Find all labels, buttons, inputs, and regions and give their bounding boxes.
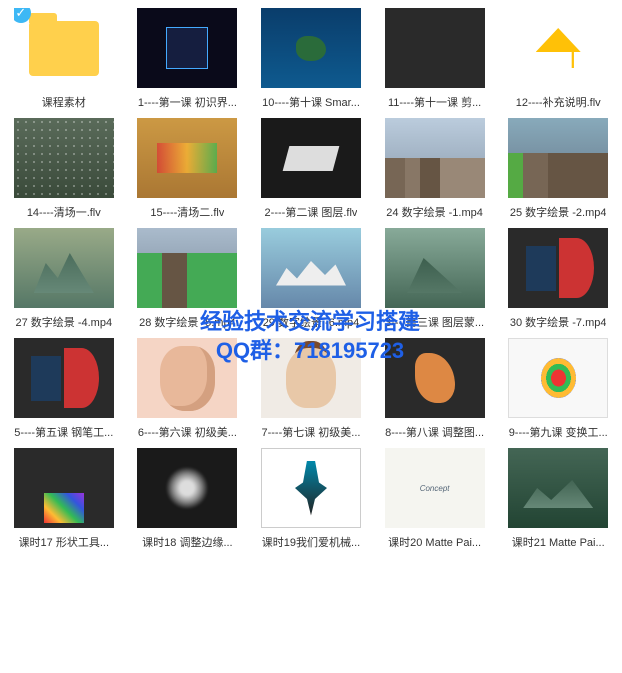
video-thumbnail: [385, 448, 485, 528]
file-item[interactable]: 14----清场一.flv: [8, 118, 120, 220]
video-thumbnail: [508, 228, 608, 308]
video-thumbnail: [137, 338, 237, 418]
file-item[interactable]: 7----第七课 初级美...: [255, 338, 367, 440]
file-item[interactable]: 30 数字绘景 -7.mp4: [502, 228, 614, 330]
file-item[interactable]: 5----第五课 钢笔工...: [8, 338, 120, 440]
video-thumbnail: [14, 338, 114, 418]
file-label: 5----第五课 钢笔工...: [14, 424, 113, 440]
file-label: 28 数字绘景 -5.mp4: [139, 314, 236, 330]
video-thumbnail: [385, 118, 485, 198]
video-thumbnail: [14, 118, 114, 198]
file-item[interactable]: 2----第二课 图层.flv: [255, 118, 367, 220]
file-label: 10----第十课 Smar...: [262, 94, 360, 110]
file-label: 课时19我们爱机械...: [262, 534, 360, 550]
video-thumbnail: [508, 8, 608, 88]
video-thumbnail: [261, 228, 361, 308]
file-item[interactable]: 10----第十课 Smar...: [255, 8, 367, 110]
file-label: 6----第六课 初级美...: [138, 424, 237, 440]
file-label: 课时18 调整边缘...: [142, 534, 232, 550]
selected-check-icon: ✓: [14, 8, 31, 23]
file-item[interactable]: 29 数字绘景 -6.mp4: [255, 228, 367, 330]
file-label: 7----第七课 初级美...: [261, 424, 360, 440]
file-item[interactable]: 课时17 形状工具...: [8, 448, 120, 550]
file-label: 课时17 形状工具...: [19, 534, 109, 550]
file-item[interactable]: 课时19我们爱机械...: [255, 448, 367, 550]
video-thumbnail: [261, 448, 361, 528]
file-item[interactable]: 28 数字绘景 -5.mp4: [132, 228, 244, 330]
video-thumbnail: [137, 228, 237, 308]
video-thumbnail: [137, 8, 237, 88]
video-thumbnail: [14, 448, 114, 528]
file-label: 1----第一课 初识界...: [138, 94, 237, 110]
video-thumbnail: [385, 228, 485, 308]
video-thumbnail: [261, 338, 361, 418]
video-thumbnail: [14, 228, 114, 308]
file-item[interactable]: 24 数字绘景 -1.mp4: [379, 118, 491, 220]
file-item[interactable]: 25 数字绘景 -2.mp4: [502, 118, 614, 220]
video-thumbnail: [261, 8, 361, 88]
file-item[interactable]: 3----第三课 图层蒙...: [379, 228, 491, 330]
file-label: 24 数字绘景 -1.mp4: [386, 204, 483, 220]
video-thumbnail: [508, 118, 608, 198]
video-thumbnail: [137, 448, 237, 528]
video-thumbnail: [508, 448, 608, 528]
file-label: 11----第十一课 剪...: [388, 94, 481, 110]
video-thumbnail: [261, 118, 361, 198]
file-label: 8----第八课 调整图...: [385, 424, 484, 440]
file-label: 27 数字绘景 -4.mp4: [16, 314, 113, 330]
file-label: 30 数字绘景 -7.mp4: [510, 314, 607, 330]
file-item[interactable]: 11----第十一课 剪...: [379, 8, 491, 110]
video-thumbnail: [137, 118, 237, 198]
file-grid: ✓ 课程素材 1----第一课 初识界... 10----第十课 Smar... 11-…: [0, 0, 622, 558]
file-label: 29 数字绘景 -6.mp4: [263, 314, 360, 330]
file-item[interactable]: 1----第一课 初识界...: [132, 8, 244, 110]
file-item[interactable]: 12----补充说明.flv: [502, 8, 614, 110]
file-item[interactable]: 27 数字绘景 -4.mp4: [8, 228, 120, 330]
file-label: 2----第二课 图层.flv: [265, 204, 358, 220]
video-thumbnail: [385, 8, 485, 88]
video-thumbnail: [508, 338, 608, 418]
file-label: 9----第九课 变换工...: [509, 424, 608, 440]
file-label: 12----补充说明.flv: [516, 94, 601, 110]
file-item[interactable]: 9----第九课 变换工...: [502, 338, 614, 440]
folder-item[interactable]: ✓ 课程素材: [8, 8, 120, 110]
folder-thumbnail: ✓: [14, 8, 114, 88]
file-label: 25 数字绘景 -2.mp4: [510, 204, 607, 220]
file-label: 14----清场一.flv: [27, 204, 101, 220]
file-item[interactable]: 课时21 Matte Pai...: [502, 448, 614, 550]
file-item[interactable]: 6----第六课 初级美...: [132, 338, 244, 440]
file-label: 课时21 Matte Pai...: [512, 534, 605, 550]
file-label: 15----清场二.flv: [150, 204, 224, 220]
video-thumbnail: [385, 338, 485, 418]
file-item[interactable]: 课时18 调整边缘...: [132, 448, 244, 550]
file-item[interactable]: 15----清场二.flv: [132, 118, 244, 220]
file-item[interactable]: 课时20 Matte Pai...: [379, 448, 491, 550]
file-item[interactable]: 8----第八课 调整图...: [379, 338, 491, 440]
file-label: 3----第三课 图层蒙...: [385, 314, 484, 330]
folder-icon: ✓: [29, 21, 99, 76]
file-label: 课时20 Matte Pai...: [388, 534, 481, 550]
file-label: 课程素材: [42, 94, 86, 110]
